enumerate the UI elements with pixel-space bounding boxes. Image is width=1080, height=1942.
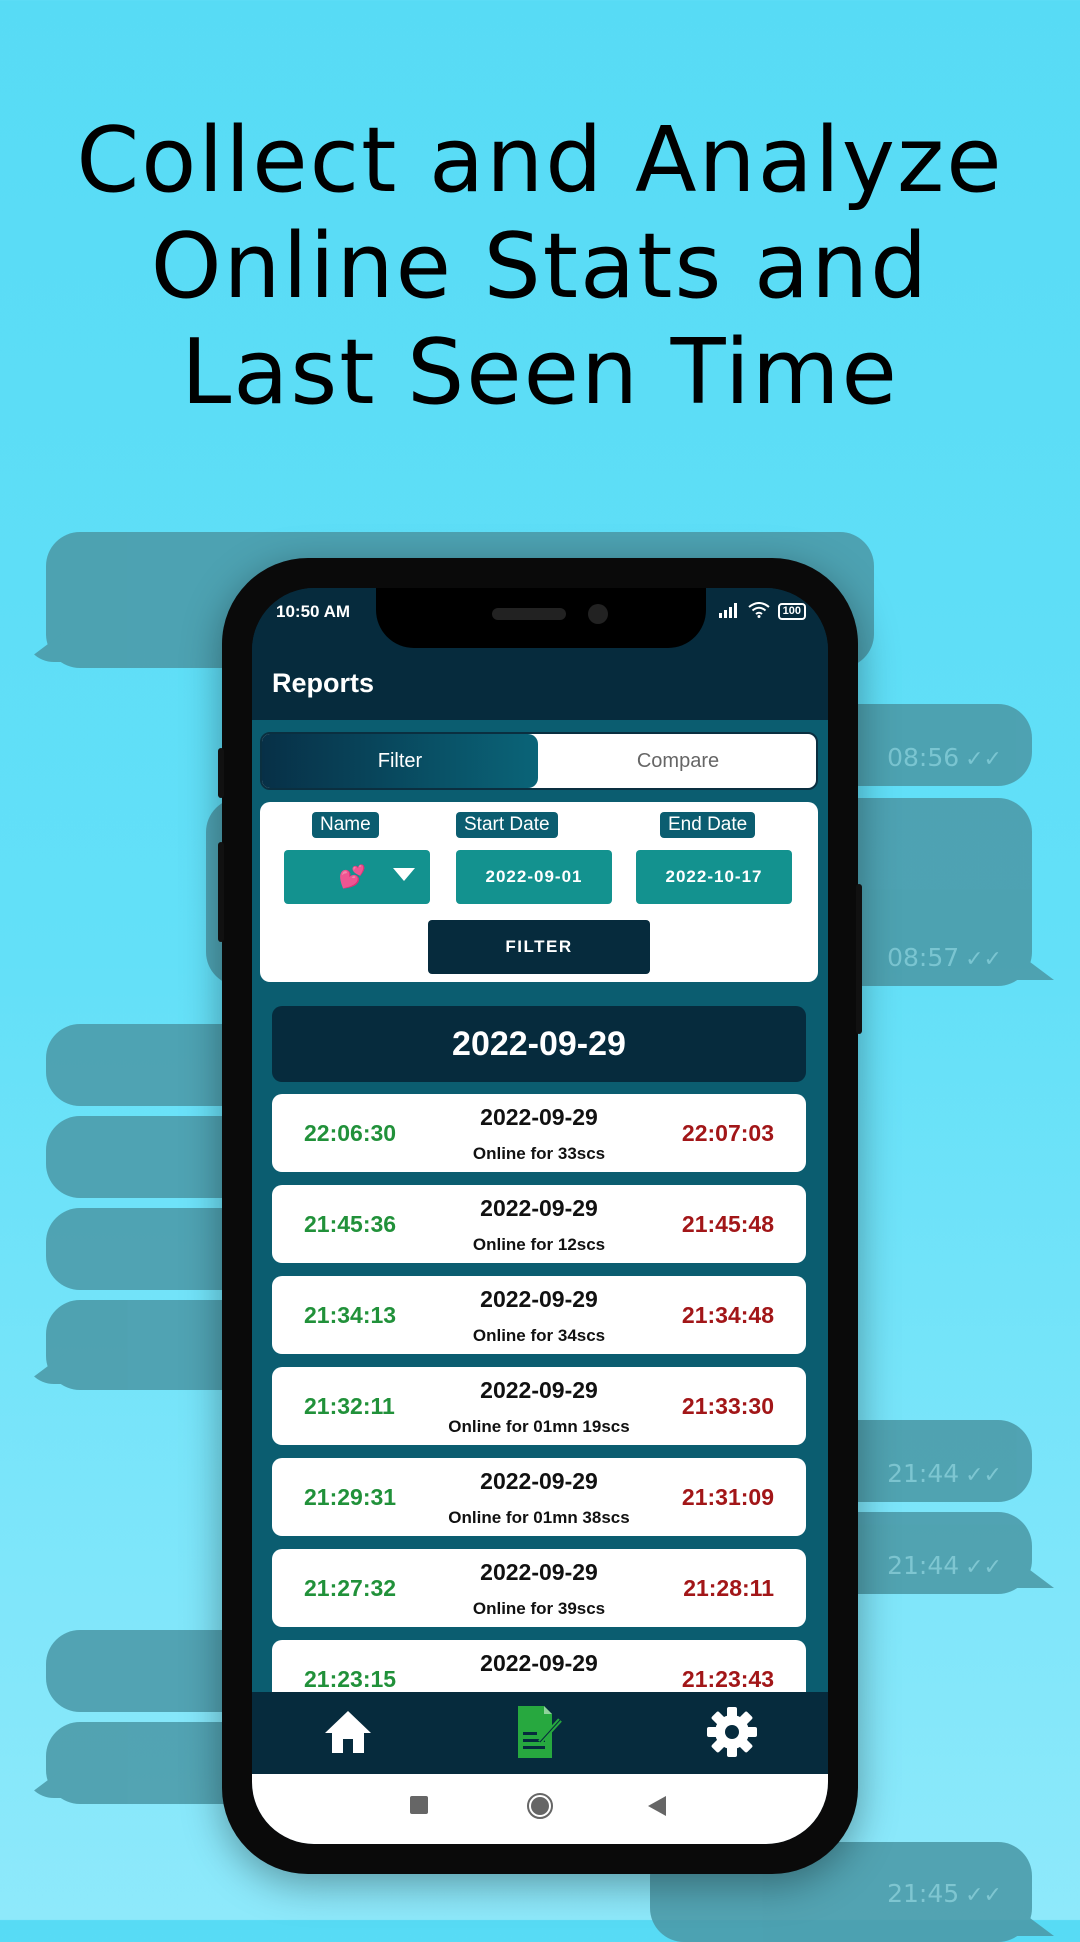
name-dropdown[interactable]: 💕 [284, 850, 430, 904]
name-label: Name [312, 812, 379, 838]
phone-side-button [218, 842, 224, 942]
bubble-timestamp: 08:56 ✓✓ [887, 743, 1002, 772]
bubble-timestamp: 21:44 ✓✓ [887, 1551, 1002, 1580]
nav-home[interactable] [318, 1706, 378, 1762]
double-check-icon: ✓✓ [965, 947, 1002, 972]
session-duration: Online for 01mn 19scs [448, 1417, 630, 1436]
double-check-icon: ✓✓ [965, 1883, 1002, 1908]
status-time: 10:50 AM [276, 602, 351, 621]
online-end-time: 22:07:03 [681, 1120, 774, 1146]
chevron-down-icon [393, 867, 416, 887]
recents-button[interactable] [410, 1796, 428, 1819]
headline-line: Collect and Analyze [76, 108, 1004, 213]
bubble-timestamp: 08:57 ✓✓ [887, 943, 1002, 972]
phone-side-button [856, 884, 862, 1034]
start-date-field[interactable]: 2022-09-01 [456, 850, 612, 904]
system-navigation-bar [252, 1774, 828, 1844]
session-duration: Online for 33scs [472, 1144, 606, 1163]
bubble-timestamp: 21:45 ✓✓ [887, 1879, 1002, 1908]
front-camera [588, 604, 608, 624]
gear-icon [705, 1705, 759, 1764]
start-date-label: Start Date [456, 812, 558, 838]
session-list: 22:06:30 2022-09-29 Online for 33scs 22:… [272, 1094, 806, 1731]
double-check-icon: ✓✓ [965, 747, 1002, 772]
online-end-time: 21:23:43 [681, 1666, 774, 1692]
session-row[interactable]: 21:27:32 2022-09-29 Online for 39scs 21:… [272, 1549, 806, 1627]
bubble-timestamp: 21:44 ✓✓ [887, 1459, 1002, 1488]
wifi-icon [748, 602, 770, 621]
online-end-time: 21:28:11 [683, 1575, 774, 1601]
nav-reports[interactable] [510, 1704, 570, 1765]
online-end-time: 21:33:30 [681, 1393, 774, 1419]
headline: Collect and Analyze Online Stats and Las… [0, 108, 1080, 426]
home-system-button[interactable] [526, 1792, 554, 1825]
battery-icon: 100 [777, 603, 806, 620]
session-duration: Online for 34scs [472, 1326, 606, 1345]
back-button[interactable] [648, 1796, 666, 1821]
signal-icon [718, 602, 740, 621]
end-date-label: End Date [660, 812, 756, 838]
tab-filter[interactable]: Filter [262, 734, 538, 788]
session-duration: Online for 01mn 38scs [448, 1508, 630, 1527]
online-end-time: 21:45:48 [681, 1211, 774, 1237]
online-end-time: 21:31:09 [681, 1484, 774, 1510]
headline-line: Last Seen Time [181, 320, 899, 425]
name-value: 💕 [338, 864, 368, 889]
double-check-icon: ✓✓ [965, 1555, 1002, 1580]
phone-frame: 10:50 AM 100 Reports Filter Compare Name… [218, 558, 862, 1874]
session-row[interactable]: 21:29:31 2022-09-29 Online for 01mn 38sc… [272, 1458, 806, 1536]
date-group-header: 2022-09-29 [272, 1006, 806, 1082]
status-icons: 100 [718, 602, 806, 621]
double-check-icon: ✓✓ [965, 1463, 1002, 1488]
bottom-nav [252, 1692, 828, 1774]
page-title: Reports [272, 668, 375, 698]
home-icon [323, 1709, 373, 1760]
app-bar: Reports [252, 648, 828, 720]
report-icon [514, 1704, 566, 1765]
nav-settings[interactable] [702, 1706, 762, 1762]
speaker [492, 608, 566, 620]
session-duration: Online for 39scs [472, 1599, 606, 1618]
phone-notch [376, 588, 706, 648]
tab-compare[interactable]: Compare [538, 734, 816, 788]
filter-button[interactable]: FILTER [428, 920, 650, 974]
end-date-field[interactable]: 2022-10-17 [636, 850, 792, 904]
filter-card: Name Start Date End Date 💕 2022-09-01 20… [260, 802, 818, 982]
session-row[interactable]: 21:32:11 2022-09-29 Online for 01mn 19sc… [272, 1367, 806, 1445]
reports-content: Filter Compare Name Start Date End Date … [252, 720, 828, 1720]
session-duration: Online for 12scs [472, 1235, 606, 1254]
session-row[interactable]: 21:34:13 2022-09-29 Online for 34scs 21:… [272, 1276, 806, 1354]
session-row[interactable]: 21:45:36 2022-09-29 Online for 12scs 21:… [272, 1185, 806, 1263]
phone-screen: 10:50 AM 100 Reports Filter Compare Name… [252, 588, 828, 1844]
tab-bar: Filter Compare [260, 732, 818, 790]
online-end-time: 21:34:48 [681, 1302, 774, 1328]
phone-side-button [218, 748, 224, 798]
session-row[interactable]: 22:06:30 2022-09-29 Online for 33scs 22:… [272, 1094, 806, 1172]
headline-line: Online Stats and [150, 214, 930, 319]
